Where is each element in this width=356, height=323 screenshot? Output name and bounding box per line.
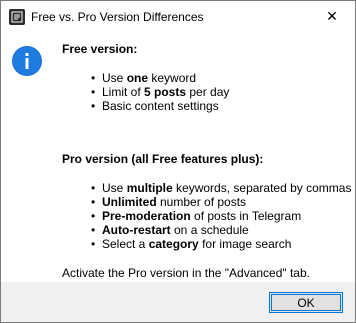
close-button[interactable]: ✕ — [309, 1, 355, 32]
free-feature-list: Use one keyword Limit of 5 posts per day… — [62, 71, 352, 113]
dialog-window: Free vs. Pro Version Differences ✕ Free … — [0, 0, 356, 323]
pro-feature-list: Use multiple keywords, separated by comm… — [62, 181, 352, 251]
list-item: Pre-moderation of posts in Telegram — [62, 209, 352, 223]
ok-button[interactable]: OK — [269, 292, 343, 313]
app-icon — [9, 8, 25, 25]
title-bar[interactable]: Free vs. Pro Version Differences ✕ — [1, 1, 355, 32]
info-icon — [12, 46, 42, 76]
list-item: Auto-restart on a schedule — [62, 223, 352, 237]
list-item: Unlimited number of posts — [62, 195, 352, 209]
message-text: Free version: Use one keyword Limit of 5… — [62, 42, 352, 280]
button-bar: OK — [1, 282, 355, 322]
close-icon: ✕ — [326, 8, 338, 24]
list-item: Select a category for image search — [62, 237, 352, 251]
list-item: Basic content settings — [62, 99, 352, 113]
free-heading: Free version: — [62, 42, 138, 56]
list-item: Use one keyword — [62, 71, 352, 85]
pro-heading: Pro version (all Free features plus): — [62, 152, 264, 166]
list-item: Use multiple keywords, separated by comm… — [62, 181, 352, 195]
window-title: Free vs. Pro Version Differences — [31, 9, 204, 24]
activation-note: Activate the Pro version in the "Advance… — [62, 266, 310, 280]
list-item: Limit of 5 posts per day — [62, 85, 352, 99]
message-area: Free version: Use one keyword Limit of 5… — [1, 32, 355, 282]
